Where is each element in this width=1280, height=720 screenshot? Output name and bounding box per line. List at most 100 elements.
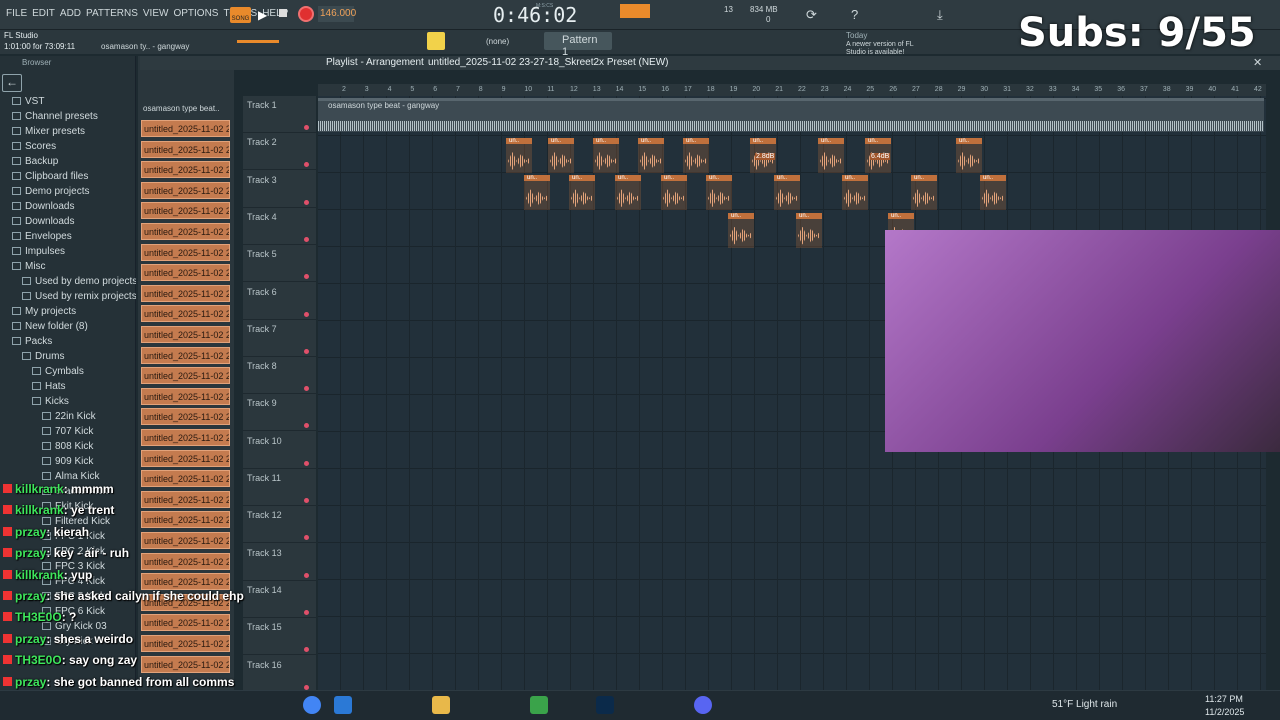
pattern-clip-item[interactable]: untitled_2025-11-02 23- — [141, 243, 230, 261]
track-mute-icon[interactable] — [304, 162, 309, 168]
menu-add[interactable]: ADD — [60, 8, 81, 19]
help-icon[interactable]: ? — [851, 7, 858, 22]
browser-item[interactable]: VST — [0, 96, 136, 111]
track-header[interactable]: Track 2 — [243, 133, 316, 171]
pattern-clip-item[interactable]: untitled_2025-11-02 23- — [141, 305, 230, 323]
download-icon[interactable]: ⤓ — [937, 7, 943, 23]
taskbar-date[interactable]: 11/2/2025 — [1205, 707, 1244, 717]
pattern-clip[interactable]: un.. — [706, 175, 732, 211]
track-header[interactable]: Track 6 — [243, 283, 316, 320]
browser-item[interactable]: Drums — [0, 351, 136, 366]
browser-item[interactable]: Used by demo projects — [0, 276, 136, 291]
metronome-icon[interactable]: ⟳ — [806, 7, 817, 23]
track-mute-icon[interactable] — [304, 236, 309, 242]
browser-item[interactable]: New folder (8) — [0, 321, 136, 336]
browser-item[interactable]: Misc — [0, 261, 136, 276]
browser-item[interactable]: Cymbals — [0, 366, 136, 381]
snap-select[interactable]: (none) — [486, 37, 509, 46]
pattern-clip[interactable]: un.. — [728, 212, 754, 248]
track-mute-icon[interactable] — [304, 572, 309, 578]
track-header[interactable]: Track 8 — [243, 357, 316, 395]
track-header[interactable]: Track 10 — [243, 432, 316, 469]
browser-item[interactable]: Demo projects — [0, 186, 136, 201]
browser-item[interactable]: Downloads — [0, 216, 136, 231]
track-mute-icon[interactable] — [304, 535, 309, 541]
track-mute-icon[interactable] — [304, 274, 309, 280]
song-mode-toggle[interactable]: SONG — [230, 7, 251, 23]
track-mute-icon[interactable] — [304, 460, 309, 466]
browser-item[interactable]: 22in Kick — [0, 411, 136, 426]
pattern-clip[interactable]: un.. — [593, 138, 619, 173]
track-header[interactable]: Track 1 — [243, 96, 316, 133]
pattern-clip[interactable]: un.. — [548, 138, 574, 173]
browser-item[interactable]: Scores — [0, 141, 136, 156]
browser-item[interactable]: Used by remix projects — [0, 291, 136, 306]
pattern-clip[interactable]: un.. — [638, 138, 664, 173]
browser-item[interactable]: Backup — [0, 156, 136, 171]
pattern-clip-item[interactable]: untitled_2025-11-02 23- — [141, 387, 230, 405]
browser-item[interactable]: 808 Kick — [0, 441, 136, 456]
pattern-clip-item[interactable]: untitled_2025-11-02 23- — [141, 223, 230, 240]
pattern-clip-item[interactable]: untitled_2025-11-02 23- — [141, 181, 230, 199]
chrome-icon[interactable] — [303, 696, 321, 714]
discord-icon[interactable] — [694, 696, 712, 714]
pattern-clip-item[interactable]: untitled_2025-11-02 23- — [141, 326, 230, 343]
pattern-clip[interactable]: un.. — [774, 175, 800, 211]
pattern-clip-item[interactable]: untitled_2025-11-02 23- — [141, 140, 230, 158]
pattern-clip[interactable]: un.. — [506, 138, 532, 173]
track-mute-icon[interactable] — [304, 609, 309, 615]
track-mute-icon[interactable] — [304, 684, 309, 690]
browser-item[interactable]: Downloads — [0, 201, 136, 216]
snap-magnet-icon[interactable] — [427, 32, 445, 50]
update-notice[interactable]: A newer version of FL Studio is availabl… — [846, 41, 931, 57]
track-header[interactable]: Track 7 — [243, 320, 316, 357]
browser-item[interactable]: Mixer presets — [0, 126, 136, 141]
stop-button[interactable] — [279, 9, 287, 17]
timeline-ruler[interactable]: 2 3 4 5 6 7 8 9 10 11 12 13 14 15 16 17 18 19 20 21 22 23 24 25… — [318, 84, 1266, 96]
track-mute-icon[interactable] — [304, 199, 309, 205]
weather-widget[interactable]: 51°F Light rain — [1052, 699, 1117, 710]
pattern-clip-item[interactable]: untitled_2025-11-02 23- — [141, 120, 230, 137]
browser-item[interactable]: 707 Kick — [0, 426, 136, 441]
track-mute-icon[interactable] — [304, 498, 309, 503]
record-button[interactable] — [298, 6, 314, 22]
browser-item[interactable]: Kicks — [0, 396, 136, 411]
pattern-clip[interactable]: un.. — [524, 175, 550, 211]
store-icon[interactable] — [334, 696, 352, 714]
pattern-clip-item[interactable]: untitled_2025-11-02 23- — [141, 449, 230, 467]
pattern-clip-item[interactable]: untitled_2025-11-02 23- — [141, 429, 230, 446]
track-header[interactable]: Track 9 — [243, 394, 316, 432]
file-explorer-icon[interactable] — [432, 696, 450, 714]
play-button[interactable]: ▶ — [258, 8, 267, 22]
pattern-clip[interactable]: un.. — [796, 212, 822, 248]
pattern-clip-item[interactable]: untitled_2025-11-02 23- — [141, 346, 230, 364]
photoshop-icon[interactable] — [596, 696, 614, 714]
browser-item[interactable]: Channel presets — [0, 111, 136, 126]
browser-item[interactable]: Clipboard files — [0, 171, 136, 186]
browser-item[interactable]: 909 Kick — [0, 456, 136, 471]
pattern-clip[interactable]: un.. — [615, 175, 641, 211]
pattern-clip[interactable]: un.. — [956, 138, 982, 173]
browser-back-icon[interactable]: ← — [2, 74, 22, 92]
track-header[interactable]: Track 5 — [243, 245, 316, 283]
pattern-clip[interactable]: un.. — [911, 175, 937, 211]
tempo-display[interactable]: 146.000 — [318, 6, 356, 22]
pattern-clip-item[interactable]: untitled_2025-11-02 23- — [141, 161, 230, 179]
taskbar-clock[interactable]: 11:27 PM — [1205, 694, 1243, 704]
pattern-clip[interactable]: un.. — [683, 138, 709, 173]
track-mute-icon[interactable] — [304, 386, 309, 392]
browser-item[interactable]: Packs — [0, 336, 136, 351]
pattern-clip-item[interactable]: untitled_2025-11-02 23- — [141, 367, 230, 385]
pattern-clip-item[interactable]: untitled_2025-11-02 23- — [141, 264, 230, 282]
track-mute-icon[interactable] — [304, 311, 309, 317]
pattern-clip-item[interactable]: untitled_2025-11-02 23- — [141, 202, 230, 220]
track-mute-icon[interactable] — [304, 647, 309, 653]
menu-file[interactable]: FILE — [6, 8, 27, 19]
pattern-clip[interactable]: un.. — [818, 138, 844, 173]
pattern-selector[interactable]: Pattern 1 — [544, 32, 612, 58]
track-mute-icon[interactable] — [304, 125, 309, 130]
menu-view[interactable]: VIEW — [143, 8, 169, 19]
menu-options[interactable]: OPTIONS — [173, 8, 218, 19]
track-header[interactable]: Track 3 — [243, 171, 316, 208]
pattern-clip[interactable]: un.. — [569, 175, 595, 211]
